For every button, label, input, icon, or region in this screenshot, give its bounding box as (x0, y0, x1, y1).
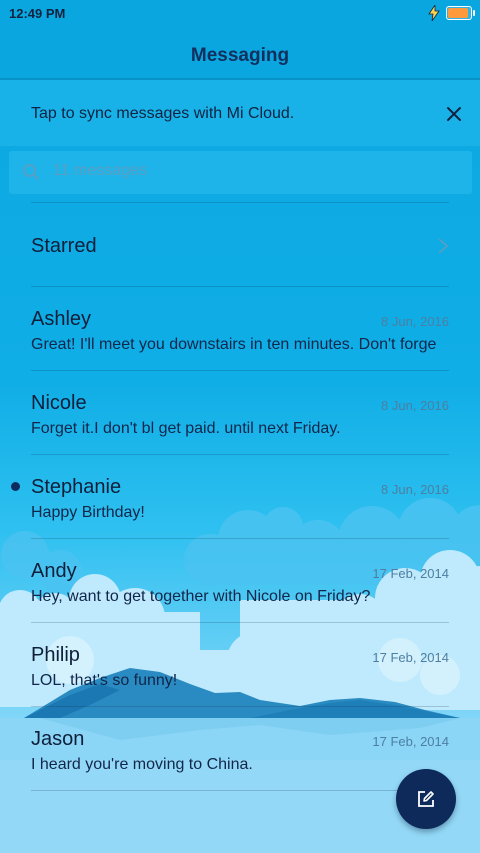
contact-name: Ashley (31, 308, 92, 330)
contact-name: Philip (31, 644, 80, 666)
sync-banner[interactable]: Tap to sync messages with Mi Cloud. (0, 80, 480, 146)
compose-icon (418, 791, 434, 807)
unread-indicator (11, 482, 20, 491)
contact-name: Jason (31, 728, 85, 750)
conversation-item-nicole[interactable]: Nicole 8 Jun, 2016 Forget it.I don't bl … (0, 371, 480, 455)
contact-name: Stephanie (31, 476, 122, 498)
conversation-item-philip[interactable]: Philip 17 Feb, 2014 LOL, that's so funny… (0, 623, 480, 707)
conversation-item-andy[interactable]: Andy 17 Feb, 2014 Hey, want to get toget… (0, 539, 480, 623)
message-preview: Great! I'll meet you downstairs in ten m… (31, 336, 437, 353)
contact-name: Nicole (31, 392, 87, 414)
status-bar: 12:49 PM (0, 0, 480, 28)
conversation-item-ashley[interactable]: Ashley 8 Jun, 2016 Great! I'll meet you … (0, 287, 480, 371)
message-date: 17 Feb, 2014 (372, 650, 449, 665)
search-bar[interactable] (9, 151, 472, 194)
page-title: Messaging (190, 45, 290, 66)
message-preview: I heard you're moving to China. (31, 756, 253, 773)
sync-banner-text: Tap to sync messages with Mi Cloud. (31, 105, 295, 122)
status-icons (428, 5, 475, 21)
message-date: 8 Jun, 2016 (381, 314, 449, 329)
starred-row[interactable]: Starred (0, 203, 480, 287)
battery-icon (446, 6, 475, 20)
message-preview: Happy Birthday! (31, 504, 145, 521)
message-preview: Hey, want to get together with Nicole on… (31, 588, 371, 605)
message-preview: Forget it.I don't bl get paid. until nex… (31, 420, 341, 437)
divider (31, 790, 449, 791)
contact-name: Andy (31, 560, 77, 582)
message-date: 8 Jun, 2016 (381, 482, 449, 497)
starred-label: Starred (31, 235, 97, 257)
lightning-bolt-icon (428, 5, 440, 21)
status-time: 12:49 PM (9, 6, 66, 21)
compose-button[interactable] (396, 769, 456, 829)
message-date: 17 Feb, 2014 (372, 734, 449, 749)
app-header: Messaging (0, 28, 480, 80)
close-icon[interactable] (442, 102, 466, 126)
message-date: 17 Feb, 2014 (372, 566, 449, 581)
chevron-right-icon (438, 238, 449, 254)
battery-level-fill (448, 8, 469, 18)
search-icon (23, 164, 39, 180)
search-input[interactable] (53, 162, 433, 180)
conversation-item-stephanie[interactable]: Stephanie 8 Jun, 2016 Happy Birthday! (0, 455, 480, 539)
message-date: 8 Jun, 2016 (381, 398, 449, 413)
message-preview: LOL, that's so funny! (31, 672, 178, 689)
